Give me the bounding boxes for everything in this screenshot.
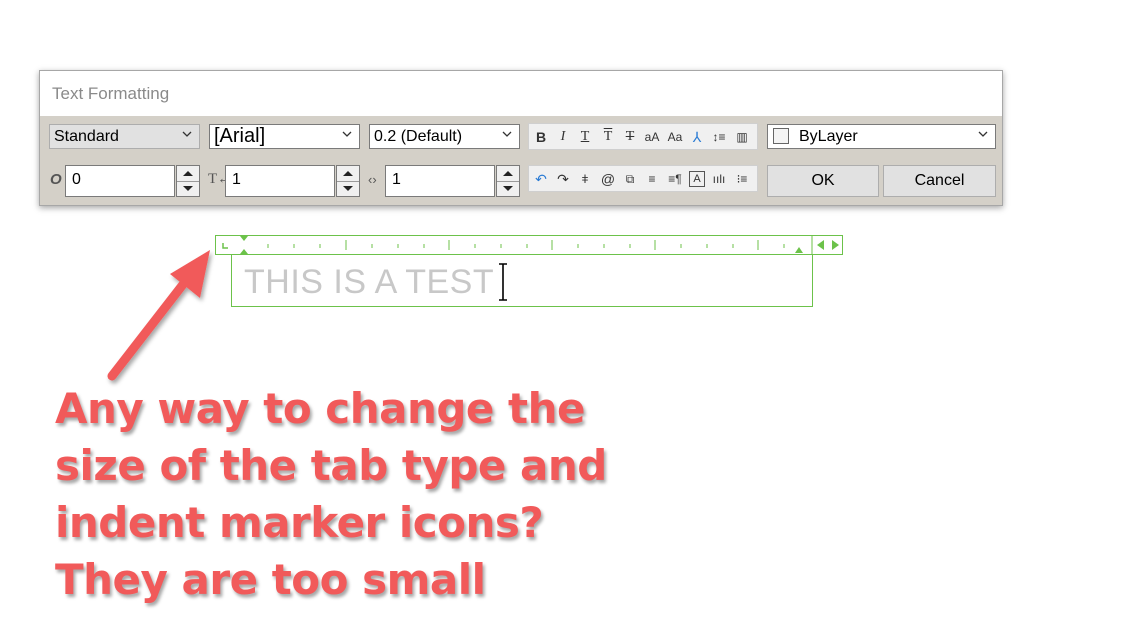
color-value: ByLayer	[799, 128, 858, 145]
cancel-button[interactable]: Cancel	[883, 165, 996, 197]
oblique-angle-value: 0	[72, 171, 81, 188]
edit-tools-row: ↶ ↷ ǂ @ ⧉ ≡ ≡¶ A ıılı ⁝≡	[528, 165, 758, 192]
paragraph-icon[interactable]: ⧉	[620, 169, 640, 189]
stack-icon[interactable]: ⅄	[687, 127, 707, 147]
tracking-input[interactable]: 1	[225, 165, 335, 197]
format-tools-row: B I T T T aA Aa ⅄ ↕≡ ▥	[528, 123, 758, 150]
insert-field-icon[interactable]: ǂ	[575, 169, 595, 189]
oblique-angle-spinner[interactable]	[176, 165, 200, 197]
bold-icon[interactable]: B	[531, 127, 551, 147]
spin-up-button[interactable]	[337, 166, 359, 182]
numbering-icon[interactable]: ⁝≡	[732, 169, 752, 189]
annotation-arrow-icon	[107, 250, 210, 381]
color-swatch	[773, 128, 789, 144]
arrow-up-icon	[343, 171, 353, 176]
chevron-down-icon	[978, 131, 988, 137]
undo-icon[interactable]: ↶	[531, 169, 551, 189]
width-factor-icon: ‹›	[368, 172, 377, 187]
tracking-value: 1	[232, 171, 241, 188]
indent-marker-icon[interactable]	[239, 236, 249, 254]
underline-icon[interactable]: T	[575, 127, 595, 147]
ruler-ticks	[267, 236, 813, 254]
align-icon[interactable]: ≡	[642, 169, 662, 189]
spin-down-button[interactable]	[497, 181, 519, 196]
width-factor-spinner[interactable]	[496, 165, 520, 197]
strikethrough-icon[interactable]: T	[620, 127, 640, 147]
color-dropdown[interactable]: ByLayer	[767, 124, 996, 149]
paragraph-mark-icon[interactable]: ≡¶	[665, 169, 685, 189]
resize-arrows-icon[interactable]	[816, 239, 840, 251]
text-height-dropdown[interactable]: 0.2 (Default)	[369, 124, 520, 149]
annotation-text: Any way to change the size of the tab ty…	[55, 384, 607, 604]
columns-icon[interactable]: ▥	[732, 127, 752, 147]
oblique-angle-icon: O	[50, 171, 62, 188]
chevron-down-icon	[342, 131, 352, 137]
arrow-down-icon	[343, 186, 353, 191]
line-spacing-icon[interactable]: ↕≡	[709, 127, 729, 147]
arrow-down-icon	[183, 186, 193, 191]
editor-text[interactable]: THIS IS A TEST	[244, 263, 494, 302]
arrow-up-icon	[503, 171, 513, 176]
uppercase-icon[interactable]: aA	[642, 127, 662, 147]
title-bar[interactable]: Text Formatting	[40, 71, 1002, 116]
redo-icon[interactable]: ↷	[553, 169, 573, 189]
text-style-value: Standard	[54, 128, 119, 145]
symbol-icon[interactable]: @	[598, 169, 618, 189]
arrow-up-icon	[183, 171, 193, 176]
spin-down-button[interactable]	[337, 181, 359, 196]
text-formatting-toolbar: Text Formatting Standard [Arial] 0.2 (De…	[39, 70, 1003, 206]
spin-up-button[interactable]	[177, 166, 199, 182]
spin-down-button[interactable]	[177, 181, 199, 196]
italic-icon[interactable]: I	[553, 127, 573, 147]
overline-icon[interactable]: T	[598, 127, 618, 147]
font-value: [Arial]	[214, 125, 266, 147]
width-factor-input[interactable]: 1	[385, 165, 495, 197]
chevron-down-icon	[182, 131, 192, 137]
ok-button[interactable]: OK	[767, 165, 879, 197]
text-ruler[interactable]	[215, 235, 843, 255]
spin-up-button[interactable]	[497, 166, 519, 182]
oblique-angle-input[interactable]: 0	[65, 165, 175, 197]
chevron-down-icon	[502, 131, 512, 137]
width-factor-value: 1	[392, 171, 401, 188]
right-indent-marker-icon[interactable]	[794, 246, 804, 254]
tracking-spinner[interactable]	[336, 165, 360, 197]
text-style-dropdown[interactable]: Standard	[49, 124, 200, 149]
dialog-title: Text Formatting	[52, 84, 170, 103]
font-dropdown[interactable]: [Arial]	[209, 124, 360, 149]
text-cursor-icon	[499, 263, 507, 301]
text-height-value: 0.2 (Default)	[374, 128, 463, 145]
lowercase-icon[interactable]: Aa	[665, 127, 685, 147]
mtext-editor[interactable]: THIS IS A TEST	[231, 255, 813, 307]
ruler-icon[interactable]: ıılı	[709, 169, 729, 189]
background-mask-icon[interactable]: A	[689, 171, 705, 187]
arrow-down-icon	[503, 186, 513, 191]
